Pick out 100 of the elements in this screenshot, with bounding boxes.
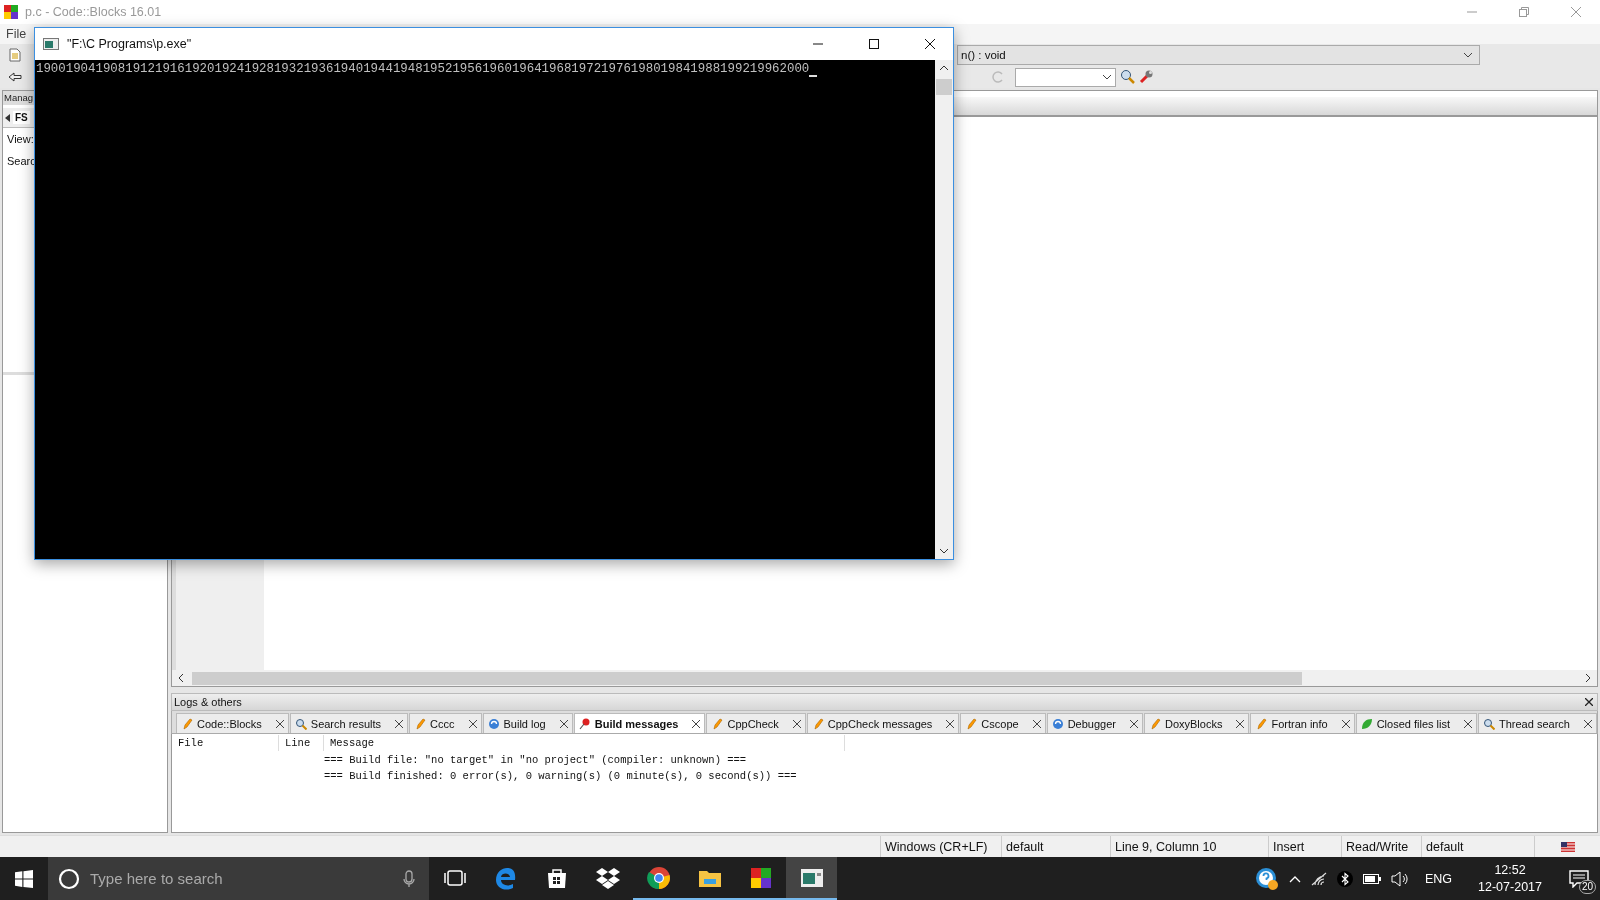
- pencil-icon: [965, 717, 978, 730]
- search-box[interactable]: Type here to search: [48, 857, 429, 900]
- clock[interactable]: 12:52 12-07-2017: [1478, 861, 1542, 896]
- column-header[interactable]: Line: [279, 735, 324, 751]
- close-icon[interactable]: [946, 719, 955, 728]
- leaf-icon: [1360, 717, 1373, 730]
- microphone-icon[interactable]: [403, 869, 415, 888]
- close-icon[interactable]: [1464, 719, 1472, 728]
- horizontal-scrollbar[interactable]: [172, 670, 1597, 686]
- pencil-icon: [811, 717, 824, 730]
- status-text: Insert: [1273, 839, 1305, 854]
- scrollbar-thumb[interactable]: [936, 79, 952, 95]
- speaker-icon[interactable]: [1390, 870, 1409, 887]
- magnifier-icon: [1483, 717, 1495, 730]
- language-indicator[interactable]: ENG: [1424, 871, 1453, 886]
- status-text: default: [1426, 839, 1464, 854]
- message-text: === Build file: "no target" in "no project" (compiler: unknown) ===: [324, 754, 747, 766]
- battery-icon[interactable]: [1362, 873, 1381, 884]
- pencil-icon: [181, 717, 193, 730]
- pencil-icon: [1255, 717, 1268, 730]
- close-icon[interactable]: [395, 719, 404, 728]
- magnifier-icon: [294, 717, 307, 730]
- notifications-button[interactable]: 20: [1562, 863, 1596, 894]
- scroll-up-icon[interactable]: [939, 65, 949, 71]
- notification-count: 20: [1578, 879, 1596, 894]
- log-tab[interactable]: Build log: [482, 713, 573, 733]
- console-window-icon: [43, 38, 59, 50]
- wifi-icon[interactable]: [1310, 871, 1327, 886]
- back-arrow-icon[interactable]: [8, 70, 22, 84]
- window-title: "F:\C Programs\p.exe": [67, 37, 192, 51]
- search-label: Searc: [6, 154, 37, 169]
- close-icon[interactable]: [1129, 719, 1138, 728]
- app-logo-icon: [3, 4, 19, 20]
- close-icon[interactable]: [1236, 719, 1245, 728]
- close-icon[interactable]: [468, 719, 477, 728]
- browser-e-icon: [493, 865, 518, 890]
- window-title: p.c - Code::Blocks 16.01: [25, 5, 162, 19]
- search-icon[interactable]: [1120, 69, 1136, 85]
- circle-icon: [58, 867, 80, 890]
- close-icon[interactable]: [559, 719, 568, 728]
- shopping-bag-icon: [545, 866, 568, 889]
- log-tab[interactable]: Closed files list: [1355, 713, 1477, 733]
- menu-item[interactable]: File: [0, 27, 33, 41]
- status-text: Windows (CR+LF): [885, 839, 988, 854]
- scroll-right-icon[interactable]: [1585, 673, 1591, 683]
- column-header[interactable]: Message: [324, 735, 845, 751]
- scroll-left-icon[interactable]: [5, 113, 11, 122]
- wrench-icon[interactable]: [1138, 69, 1154, 85]
- log-tab[interactable]: Build messages: [573, 713, 706, 733]
- vertical-scrollbar[interactable]: [935, 60, 953, 559]
- log-tab[interactable]: CppCheck messages: [806, 713, 960, 733]
- close-icon[interactable]: [275, 719, 284, 728]
- message-text: === Build finished: 0 error(s), 0 warning(s) (0 minute(s), 0 second(s)) ===: [324, 770, 797, 782]
- windows-start-icon[interactable]: [15, 869, 33, 888]
- scroll-down-icon[interactable]: [939, 548, 949, 554]
- close-icon[interactable]: [1583, 719, 1592, 728]
- view-label: View:: [6, 132, 35, 147]
- log-tab[interactable]: CppCheck: [706, 713, 806, 733]
- close-icon[interactable]: [692, 719, 701, 728]
- log-tab[interactable]: Fortran info: [1250, 713, 1355, 733]
- pencil-icon: [1148, 717, 1161, 730]
- chevron-down-icon: [1102, 74, 1112, 80]
- chevron-down-icon: [1463, 52, 1473, 58]
- panel-tab[interactable]: FS: [13, 111, 30, 124]
- pencil-icon: [414, 717, 427, 730]
- status-text: default: [1006, 839, 1044, 854]
- log-tab[interactable]: Debugger: [1046, 713, 1143, 733]
- close-icon[interactable]: [1585, 698, 1593, 706]
- browser-circle-icon: [646, 865, 671, 890]
- log-tab[interactable]: DoxyBlocks: [1143, 713, 1250, 733]
- log-tab[interactable]: Cscope: [960, 713, 1046, 733]
- cycle-icon: [487, 717, 500, 730]
- search-field[interactable]: Type here to search: [88, 869, 395, 888]
- colored-blocks-icon: [749, 866, 772, 889]
- log-tab[interactable]: Code::Blocks: [176, 713, 289, 733]
- maximize-icon[interactable]: [869, 39, 879, 49]
- log-tab[interactable]: Cccc: [409, 713, 482, 733]
- bluetooth-icon[interactable]: [1336, 870, 1353, 887]
- scroll-left-icon[interactable]: [178, 673, 184, 683]
- column-header[interactable]: File: [172, 735, 279, 751]
- chevron-up-icon[interactable]: [1288, 874, 1301, 883]
- cycle-icon: [1051, 717, 1064, 730]
- log-tab[interactable]: Thread search: [1478, 713, 1597, 733]
- pencil-icon: [711, 717, 724, 730]
- help-icon[interactable]: [1254, 866, 1279, 891]
- panel-title: Logs & others: [174, 696, 242, 708]
- close-icon[interactable]: [792, 719, 801, 728]
- text-cursor: [809, 75, 818, 77]
- task-view-icon: [443, 868, 466, 887]
- console-window-icon: [799, 867, 824, 888]
- taskbar-app[interactable]: [786, 857, 837, 900]
- new-file-icon[interactable]: [8, 48, 22, 62]
- restore-icon[interactable]: [1519, 7, 1529, 17]
- close-icon[interactable]: [1032, 719, 1041, 728]
- close-icon[interactable]: [925, 39, 935, 49]
- log-tab[interactable]: Search results: [289, 713, 409, 733]
- pin-icon: [578, 717, 591, 730]
- close-icon[interactable]: [1341, 719, 1350, 728]
- function-dropdown[interactable]: n() : void: [957, 45, 1480, 65]
- status-text: Line 9, Column 10: [1115, 839, 1217, 854]
